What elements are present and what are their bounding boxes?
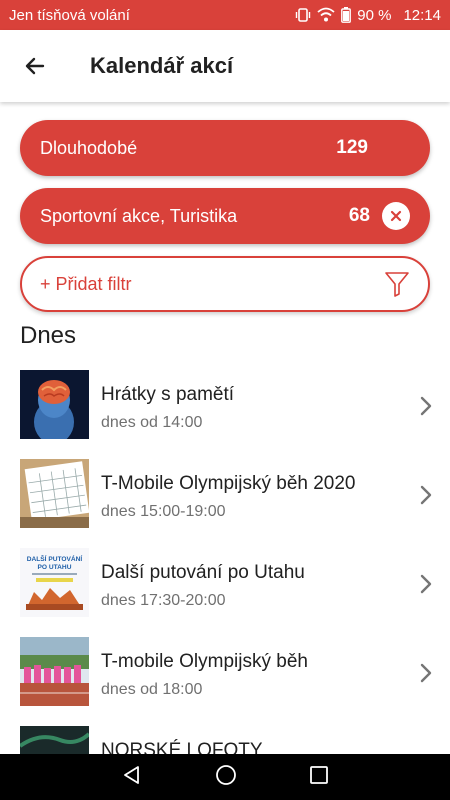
event-title: T-Mobile Olympijský běh 2020 (101, 473, 356, 494)
event-list: Hrátky s pamětí dnes od 14:00 T-Mobile O… (0, 370, 450, 800)
remove-filter-button[interactable] (382, 202, 410, 230)
event-time: dnes od 18:00 (101, 681, 203, 698)
nav-recents-button[interactable] (309, 765, 329, 790)
event-thumbnail (20, 459, 89, 528)
event-title: Další putování po Utahu (101, 562, 305, 583)
chevron-right-icon (420, 663, 432, 683)
event-thumbnail (20, 637, 89, 706)
vibrate-icon (295, 7, 311, 23)
event-time: dnes od 14:00 (101, 414, 203, 431)
wifi-icon (317, 7, 335, 23)
square-recents-icon (310, 765, 328, 784)
carrier-text: Jen tísňová volání (9, 6, 130, 24)
poster-title-line2: PO UTAHU (38, 564, 72, 571)
filter-count: 68 (348, 205, 370, 226)
battery-level: 90 % (357, 6, 392, 24)
clock: 12:14 (403, 6, 441, 24)
event-time: dnes 15:00-19:00 (101, 503, 226, 520)
app-bar: Kalendář akcí (0, 30, 450, 102)
triangle-back-icon (124, 765, 139, 784)
circle-home-icon (216, 764, 236, 785)
page-title: Kalendář akcí (90, 53, 234, 78)
list-item[interactable]: Hrátky s pamětí dnes od 14:00 (0, 370, 450, 459)
event-thumbnail: DALŠÍ PUTOVÁNÍ PO UTAHU (20, 548, 89, 617)
funnel-icon (385, 272, 409, 297)
battery-icon (341, 7, 352, 23)
event-thumbnail (20, 370, 89, 439)
arrow-left-icon (25, 57, 45, 75)
close-icon (390, 210, 402, 222)
filter-chip-sport[interactable]: Sportovní akce, Turistika 68 (20, 188, 430, 244)
filter-count: 129 (336, 137, 368, 158)
filter-list: Dlouhodobé 129 Sportovní akce, Turistika… (20, 120, 430, 312)
add-filter-label: + Přidat filtr (40, 273, 132, 294)
chevron-right-icon (420, 485, 432, 505)
system-nav-bar (0, 754, 450, 800)
filter-label: Dlouhodobé (40, 137, 138, 158)
chevron-right-icon (420, 396, 432, 416)
add-filter-button[interactable]: + Přidat filtr (20, 256, 430, 312)
back-button[interactable] (0, 30, 70, 102)
list-item[interactable]: DALŠÍ PUTOVÁNÍ PO UTAHU Další putování p… (0, 548, 450, 637)
nav-back-button[interactable] (121, 764, 143, 791)
event-time: dnes 17:30-20:00 (101, 592, 226, 609)
event-title: Hrátky s pamětí (101, 384, 235, 405)
filter-label: Sportovní akce, Turistika (40, 205, 238, 226)
list-item[interactable]: T-Mobile Olympijský běh 2020 dnes 15:00-… (0, 459, 450, 548)
list-item[interactable]: T-mobile Olympijský běh dnes od 18:00 (0, 637, 450, 726)
status-bar: Jen tísňová volání 90 % 12:14 (0, 0, 450, 30)
chevron-right-icon (420, 574, 432, 594)
nav-home-button[interactable] (215, 764, 237, 791)
poster-title-line1: DALŠÍ PUTOVÁNÍ (27, 554, 83, 563)
section-title: Dnes (20, 322, 77, 349)
filter-chip-long-term[interactable]: Dlouhodobé 129 (20, 120, 430, 176)
event-title: T-mobile Olympijský běh (101, 651, 308, 672)
